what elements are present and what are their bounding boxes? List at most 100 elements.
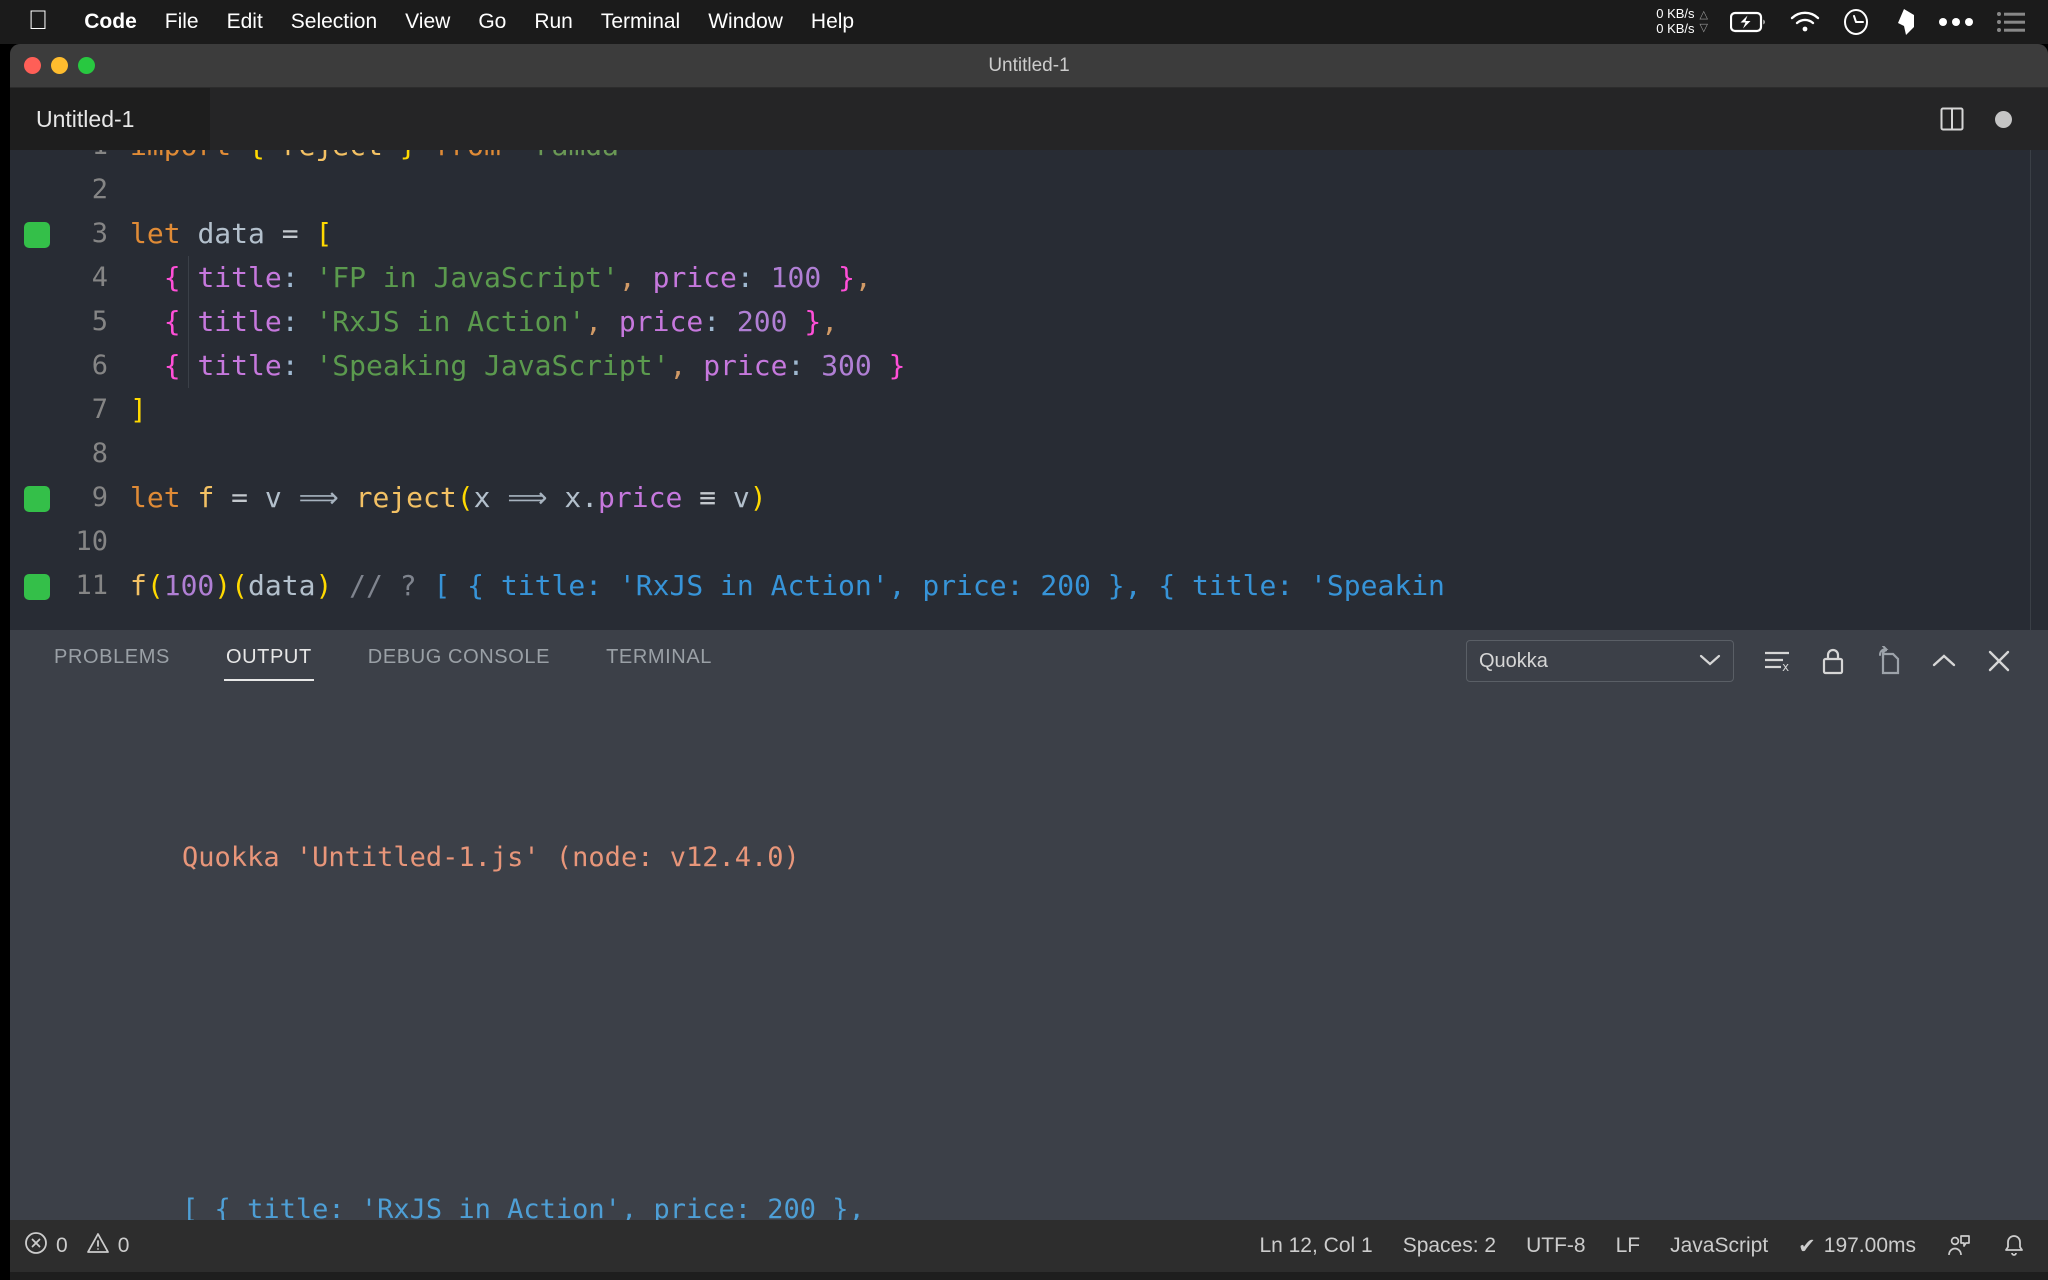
collapse-panel-icon[interactable] bbox=[1930, 650, 1958, 672]
code-token: . bbox=[581, 481, 599, 514]
wifi-icon[interactable] bbox=[1790, 11, 1820, 33]
split-editor-icon[interactable] bbox=[1939, 106, 1965, 132]
panel-actions: Quokka x bbox=[1466, 640, 2048, 682]
status-quokka[interactable]: ✔ 197.00ms bbox=[1798, 1234, 1916, 1259]
code-token: data bbox=[248, 569, 316, 602]
code-line[interactable]: 5 { title: 'RxJS in Action', price: 200 … bbox=[10, 300, 2048, 344]
tab-problems[interactable]: PROBLEMS bbox=[52, 640, 172, 683]
code-token: price bbox=[703, 349, 788, 382]
code-line[interactable]: 3 let data = [ bbox=[10, 212, 2048, 256]
bottom-panel: PROBLEMS OUTPUT DEBUG CONSOLE TERMINAL Q… bbox=[10, 630, 2048, 1220]
code-line[interactable]: 6 { title: 'Speaking JavaScript', price:… bbox=[10, 344, 2048, 388]
tab-output[interactable]: OUTPUT bbox=[223, 640, 314, 683]
code-line[interactable]: 9 let f = v ⟹ reject(x ⟹ x.price ≡ v) bbox=[10, 476, 2048, 520]
output-channel-select[interactable]: Quokka bbox=[1466, 640, 1734, 682]
code-editor[interactable]: 1import { reject } from 'ramda' 2 3let dat… bbox=[10, 150, 2048, 630]
code-token: , bbox=[618, 261, 636, 294]
status-eol[interactable]: LF bbox=[1616, 1234, 1641, 1258]
editor-tab-bar: Untitled-1 bbox=[10, 88, 2048, 150]
tab-terminal[interactable]: TERMINAL bbox=[604, 640, 714, 683]
menu-item-help[interactable]: Help bbox=[797, 0, 868, 44]
menu-item-terminal[interactable]: Terminal bbox=[587, 0, 694, 44]
code-token: : bbox=[787, 349, 805, 382]
code-line-text: import { reject } from 'ramda' bbox=[130, 150, 2048, 168]
menu-bar-status-items: 0 KB/s 0 KB/s △ ▽ bbox=[1656, 0, 2048, 44]
code-token: } bbox=[400, 150, 417, 162]
output-blank-line bbox=[10, 1012, 2048, 1056]
menu-item-run[interactable]: Run bbox=[520, 0, 587, 44]
error-count: 0 bbox=[56, 1234, 68, 1257]
line-number: 6 bbox=[91, 350, 108, 381]
status-problems[interactable]: 0 0 bbox=[24, 1231, 129, 1261]
maximize-button[interactable] bbox=[78, 57, 95, 74]
indent-guide bbox=[188, 344, 189, 388]
clear-output-icon[interactable]: x bbox=[1762, 647, 1792, 675]
status-encoding[interactable]: UTF-8 bbox=[1526, 1234, 1586, 1258]
apple-logo-icon[interactable]:  bbox=[28, 6, 48, 34]
code-line[interactable]: 10 bbox=[10, 520, 2048, 564]
code-line[interactable]: 7] bbox=[10, 388, 2048, 432]
code-token: { bbox=[163, 305, 181, 338]
code-token: from bbox=[433, 150, 500, 162]
code-token: ) bbox=[214, 569, 232, 602]
quokka-check-icon: ✔ bbox=[1798, 1234, 1816, 1258]
quokka-gutter-marker-icon[interactable] bbox=[24, 486, 50, 512]
code-line[interactable]: 8 bbox=[10, 432, 2048, 476]
code-token: v bbox=[264, 481, 282, 514]
code-token: ( bbox=[146, 569, 164, 602]
menu-item-selection[interactable]: Selection bbox=[277, 0, 391, 44]
status-language-mode[interactable]: JavaScript bbox=[1670, 1234, 1768, 1258]
quokka-run-header: Quokka 'Untitled-1.js' (node: v12.4.0) bbox=[182, 842, 800, 873]
code-line[interactable]: 4 { title: 'FP in JavaScript', price: 10… bbox=[10, 256, 2048, 300]
close-panel-icon[interactable] bbox=[1986, 648, 2012, 674]
menu-item-go[interactable]: Go bbox=[464, 0, 520, 44]
network-speed-indicator[interactable]: 0 KB/s 0 KB/s △ ▽ bbox=[1656, 6, 1708, 37]
clock-icon[interactable] bbox=[1842, 8, 1870, 36]
minimize-button[interactable] bbox=[51, 57, 68, 74]
code-line-text: let data = [ bbox=[130, 212, 2048, 256]
lock-icon[interactable] bbox=[1820, 646, 1846, 676]
code-token: , bbox=[669, 349, 687, 382]
menu-item-view[interactable]: View bbox=[391, 0, 464, 44]
quokka-gutter-marker-icon[interactable] bbox=[24, 574, 50, 600]
code-token: ] bbox=[130, 393, 147, 426]
menu-item-window[interactable]: Window bbox=[694, 0, 797, 44]
menu-item-file[interactable]: File bbox=[151, 0, 213, 44]
status-bar-right: Ln 12, Col 1 Spaces: 2 UTF-8 LF JavaScri… bbox=[1259, 1233, 2048, 1259]
menu-item-edit[interactable]: Edit bbox=[213, 0, 277, 44]
ellipsis-icon[interactable] bbox=[1938, 16, 1974, 28]
line-number: 4 bbox=[91, 262, 108, 293]
bell-icon[interactable] bbox=[2002, 1233, 2026, 1259]
status-indentation[interactable]: Spaces: 2 bbox=[1403, 1234, 1496, 1258]
tab-debug-console[interactable]: DEBUG CONSOLE bbox=[366, 640, 552, 683]
status-cursor-position[interactable]: Ln 12, Col 1 bbox=[1259, 1234, 1372, 1258]
editor-vertical-scrollbar[interactable] bbox=[2028, 150, 2048, 630]
feedback-person-icon[interactable] bbox=[1946, 1233, 1972, 1259]
close-button[interactable] bbox=[24, 57, 41, 74]
code-line[interactable]: 2 bbox=[10, 168, 2048, 212]
tab-untitled-1[interactable]: Untitled-1 bbox=[10, 88, 210, 150]
menu-item-code[interactable]: Code bbox=[70, 0, 151, 44]
code-line[interactable]: 11 f(100)(data) // ? [ { title: 'RxJS in … bbox=[10, 564, 2048, 608]
open-in-editor-icon[interactable] bbox=[1874, 646, 1902, 676]
output-content[interactable]: Quokka 'Untitled-1.js' (node: v12.4.0) [… bbox=[10, 692, 2048, 1220]
quokka-gutter-marker-icon[interactable] bbox=[24, 222, 50, 248]
battery-charging-icon[interactable] bbox=[1730, 11, 1768, 33]
warning-count: 0 bbox=[117, 1234, 130, 1257]
unsaved-dot-icon[interactable] bbox=[1995, 110, 2012, 128]
code-token: 200 bbox=[736, 305, 788, 338]
list-icon[interactable] bbox=[1996, 11, 2026, 33]
shape-icon[interactable] bbox=[1892, 8, 1916, 36]
code-line[interactable]: 1import { reject } from 'ramda' bbox=[10, 150, 2048, 168]
